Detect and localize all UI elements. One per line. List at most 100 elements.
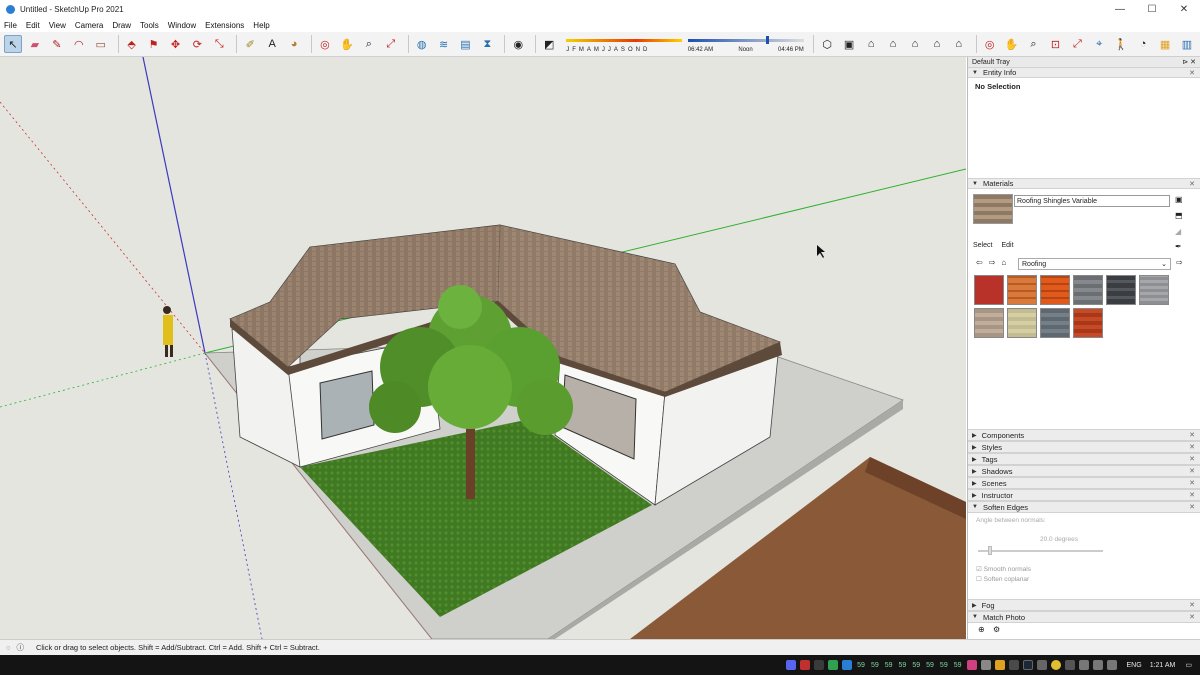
close-panel-icon[interactable]: ✕	[1189, 455, 1195, 463]
geo-location-icon[interactable]: ◌	[6, 643, 10, 652]
panel-components[interactable]: ▶ Components ✕	[968, 429, 1200, 441]
menu-extensions[interactable]: Extensions	[205, 21, 244, 30]
zoom-extents-icon-2[interactable]: ⤢	[1068, 35, 1086, 53]
zoom-extents-icon[interactable]: ⤢	[382, 35, 400, 53]
scale-tool-icon[interactable]: ⤡	[210, 35, 228, 53]
arc-tool-icon[interactable]: ◠	[70, 35, 88, 53]
push-pull-icon[interactable]: ⬘	[123, 35, 141, 53]
tray-badge[interactable]: 59	[885, 662, 893, 669]
material-name-field[interactable]: Roofing Shingles Variable	[1014, 195, 1170, 207]
forward-arrow-icon[interactable]: ⇨	[989, 258, 996, 267]
menu-camera[interactable]: Camera	[75, 21, 103, 30]
app-icon[interactable]	[1008, 660, 1019, 670]
panel-instructor[interactable]: ▶ Instructor ✕	[968, 489, 1200, 501]
material-swatch[interactable]	[1040, 275, 1070, 305]
iso-view-icon[interactable]: ⬡	[818, 35, 836, 53]
clock[interactable]: 1:21 AM	[1150, 662, 1176, 669]
menu-view[interactable]: View	[49, 21, 66, 30]
close-button[interactable]: ✕	[1168, 0, 1200, 18]
sandbox-icon[interactable]: ◍	[413, 35, 431, 53]
menu-file[interactable]: File	[4, 21, 17, 30]
paint-bucket-icon[interactable]: ◕	[285, 35, 303, 53]
material-swatch[interactable]	[1040, 308, 1070, 338]
panel-entity-info[interactable]: ▼ Entity Info ✕	[968, 67, 1200, 78]
close-panel-icon[interactable]: ✕	[1189, 503, 1195, 511]
scene-canvas[interactable]	[0, 57, 966, 639]
orbit-icon-2[interactable]: ◎	[981, 35, 999, 53]
material-swatch[interactable]	[1007, 275, 1037, 305]
line-tool-icon[interactable]: ✎	[48, 35, 66, 53]
eraser-tool-icon[interactable]: ▰	[26, 35, 44, 53]
panel-shadows[interactable]: ▶ Shadows ✕	[968, 465, 1200, 477]
orbit-icon[interactable]: ◎	[316, 35, 334, 53]
panel-styles[interactable]: ▶ Styles ✕	[968, 441, 1200, 453]
drape-icon[interactable]: ⧗	[478, 35, 496, 53]
smoove-icon[interactable]: ≋	[435, 35, 453, 53]
tray-badge[interactable]: 59	[899, 662, 907, 669]
tray-badge[interactable]: 59	[871, 662, 879, 669]
time-slider-thumb[interactable]	[765, 36, 769, 44]
look-around-icon[interactable]: ◔	[1134, 35, 1152, 53]
left-view-icon[interactable]: ⌂	[928, 35, 946, 53]
text-tool-icon[interactable]: A	[263, 35, 281, 53]
close-panel-icon[interactable]: ✕	[1189, 431, 1195, 439]
panel-materials[interactable]: ▼ Materials ✕	[968, 178, 1200, 189]
tape-measure-icon[interactable]: ✐	[241, 35, 259, 53]
smooth-normals-checkbox[interactable]: ☑ Smooth normals	[976, 565, 1031, 573]
details-arrow-icon[interactable]: ⇨	[1176, 258, 1183, 267]
tab-edit[interactable]: Edit	[1001, 242, 1013, 249]
notifications-icon[interactable]: ▭	[1185, 661, 1192, 669]
bottom-view-icon[interactable]: ⌂	[950, 35, 968, 53]
steam-icon[interactable]	[1022, 660, 1033, 670]
user-account-icon[interactable]: ◉	[509, 35, 527, 53]
zoom-icon-2[interactable]: ⌕	[1025, 35, 1043, 53]
eyedropper-icon[interactable]: ✒	[1175, 242, 1182, 251]
maximize-button[interactable]: ☐	[1136, 0, 1168, 18]
app-icon[interactable]	[994, 660, 1005, 670]
panel-tags[interactable]: ▶ Tags ✕	[968, 453, 1200, 465]
back-view-icon[interactable]: ⌂	[906, 35, 924, 53]
follow-me-icon[interactable]: ⚑	[145, 35, 163, 53]
angle-slider-track[interactable]	[978, 550, 1103, 552]
app-icon[interactable]	[842, 660, 853, 670]
material-swatch[interactable]	[974, 275, 1004, 305]
app-icon[interactable]	[1064, 660, 1075, 670]
close-panel-icon[interactable]: ✕	[1189, 491, 1195, 499]
app-icon[interactable]	[800, 660, 811, 670]
app-icon[interactable]	[814, 660, 825, 670]
move-tool-icon[interactable]: ✥	[166, 35, 184, 53]
tray-badge[interactable]: 59	[912, 662, 920, 669]
3d-warehouse-icon[interactable]: ▦	[1156, 35, 1174, 53]
pan-icon-2[interactable]: ✋	[1003, 35, 1021, 53]
panel-match-photo[interactable]: ▼ Match Photo ✕	[968, 611, 1200, 623]
app-icon[interactable]	[980, 660, 991, 670]
stamp-icon[interactable]: ▤	[457, 35, 475, 53]
rectangle-tool-icon[interactable]: ▭	[92, 35, 110, 53]
close-panel-icon[interactable]: ✕	[1189, 443, 1195, 451]
panel-fog[interactable]: ▶ Fog ✕	[968, 599, 1200, 611]
extension-warehouse-icon[interactable]: ▥	[1178, 35, 1196, 53]
info-icon[interactable]: ⓘ	[16, 642, 24, 653]
close-panel-icon[interactable]: ✕	[1189, 69, 1195, 77]
default-material-icon[interactable]: ◢	[1175, 227, 1181, 236]
top-view-icon[interactable]: ▣	[840, 35, 858, 53]
close-panel-icon[interactable]: ✕	[1189, 601, 1195, 609]
rotate-tool-icon[interactable]: ⟳	[188, 35, 206, 53]
close-panel-icon[interactable]: ✕	[1189, 467, 1195, 475]
tab-select[interactable]: Select	[973, 242, 992, 249]
modeling-viewport[interactable]	[0, 57, 966, 639]
select-tool-icon[interactable]: ↖	[4, 35, 22, 53]
material-swatch[interactable]	[1139, 275, 1169, 305]
tray-badge[interactable]: 59	[954, 662, 962, 669]
shadow-date-slider[interactable]: J F M A M J J A S O N D	[566, 35, 684, 53]
tray-badge[interactable]: 59	[926, 662, 934, 669]
menu-draw[interactable]: Draw	[112, 21, 131, 30]
back-arrow-icon[interactable]: ⇦	[976, 258, 983, 267]
walk-icon[interactable]: 🚶	[1112, 35, 1130, 53]
position-camera-icon[interactable]: ⌖	[1090, 35, 1108, 53]
menu-tools[interactable]: Tools	[140, 21, 159, 30]
panel-scenes[interactable]: ▶ Scenes ✕	[968, 477, 1200, 489]
wifi-icon[interactable]	[1078, 660, 1089, 670]
zoom-window-icon[interactable]: ⊡	[1046, 35, 1064, 53]
material-swatch[interactable]	[1106, 275, 1136, 305]
